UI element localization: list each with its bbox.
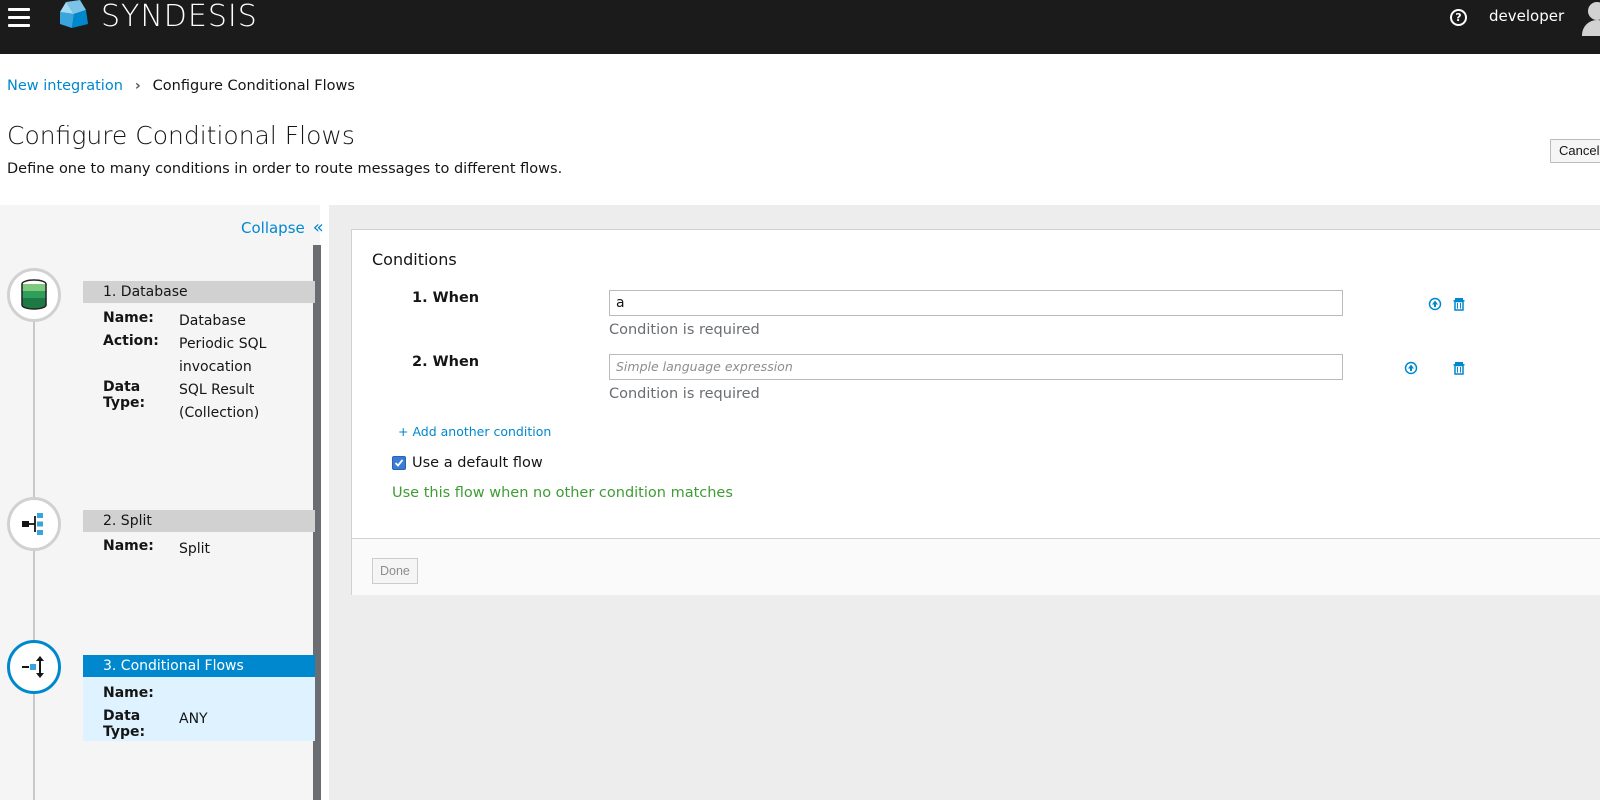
hamburger-menu-icon[interactable] xyxy=(8,8,30,28)
move-up-icon[interactable] xyxy=(1404,361,1418,375)
default-flow-checkbox[interactable] xyxy=(392,456,406,470)
condition-1-label: 1. When xyxy=(412,290,480,306)
condition-1-input[interactable]: a xyxy=(609,290,1343,316)
help-icon[interactable]: ? xyxy=(1450,9,1467,26)
field-key: Name: xyxy=(103,310,154,326)
collapse-label: Collapse xyxy=(241,218,305,237)
field-value: Database xyxy=(179,313,246,329)
step-2-header[interactable]: 2. Split xyxy=(83,510,315,532)
user-menu[interactable]: developer xyxy=(1489,7,1564,25)
step-3-details: Name: Data Type: ANY xyxy=(83,677,315,741)
database-icon xyxy=(21,279,47,310)
default-flow-hint: Use this flow when no other condition ma… xyxy=(392,485,733,501)
breadcrumb-current: Configure Conditional Flows xyxy=(152,78,355,94)
default-flow-row: Use a default flow xyxy=(392,455,543,471)
split-icon xyxy=(22,513,43,535)
done-button[interactable]: Done xyxy=(372,558,418,584)
step-2-details: Name: Split xyxy=(83,532,315,572)
field-value xyxy=(179,685,309,701)
field-key: Name: xyxy=(103,685,154,701)
conditions-card: Conditions 1. When a Condition is requir… xyxy=(351,229,1600,595)
add-condition-link[interactable]: + Add another condition xyxy=(398,424,551,439)
double-chevron-left-icon: « xyxy=(312,217,324,238)
page-description: Define one to many conditions in order t… xyxy=(7,161,563,177)
condition-2-input[interactable]: Simple language expression xyxy=(609,354,1343,380)
step-2-split-circle[interactable] xyxy=(7,497,61,551)
conditions-title: Conditions xyxy=(372,250,457,269)
timeline-line xyxy=(33,320,35,800)
top-navbar: SYNDESIS ? developer xyxy=(0,0,1600,54)
breadcrumb-new-integration[interactable]: New integration xyxy=(7,78,123,94)
step-1-header[interactable]: 1. Database xyxy=(83,281,315,303)
breadcrumb: New integration › Configure Conditional … xyxy=(7,78,355,94)
step-3-conditional-flows-circle[interactable] xyxy=(7,640,61,694)
checkmark-icon xyxy=(394,459,404,467)
step-1-details: Name: Database Action: Periodic SQL invoca… xyxy=(83,303,315,423)
default-flow-label[interactable]: Use a default flow xyxy=(412,455,543,471)
collapse-button[interactable]: Collapse « xyxy=(241,217,324,238)
card-footer: Done xyxy=(352,538,1600,595)
syndesis-logo-icon xyxy=(60,0,88,28)
step-1-database-circle[interactable] xyxy=(7,268,61,322)
trash-icon[interactable] xyxy=(1452,361,1466,375)
field-key: Data Type: xyxy=(103,708,146,740)
field-key: Action: xyxy=(103,333,159,349)
condition-2-label: 2. When xyxy=(412,354,480,370)
field-value: Periodic SQL invocation xyxy=(179,336,267,375)
cancel-button[interactable]: Cancel xyxy=(1550,139,1600,163)
conditional-flows-icon xyxy=(22,656,44,678)
brand-name: SYNDESIS xyxy=(101,0,258,34)
trash-icon[interactable] xyxy=(1452,297,1466,311)
step-3-header[interactable]: 3. Conditional Flows xyxy=(83,655,315,677)
chevron-right-icon: › xyxy=(134,78,141,94)
field-value: SQL Result (Collection) xyxy=(179,382,260,421)
condition-2-error: Condition is required xyxy=(609,386,760,402)
field-key: Data Type: xyxy=(103,379,146,411)
page-title: Configure Conditional Flows xyxy=(7,121,355,150)
avatar[interactable] xyxy=(1582,0,1600,36)
condition-1-error: Condition is required xyxy=(609,322,760,338)
integration-steps-sidebar: Collapse « 1. Database Name: Database Act… xyxy=(0,205,324,800)
field-value: Split xyxy=(179,541,211,557)
move-up-icon[interactable] xyxy=(1428,297,1442,311)
field-key: Name: xyxy=(103,538,154,554)
field-value: ANY xyxy=(179,711,208,727)
